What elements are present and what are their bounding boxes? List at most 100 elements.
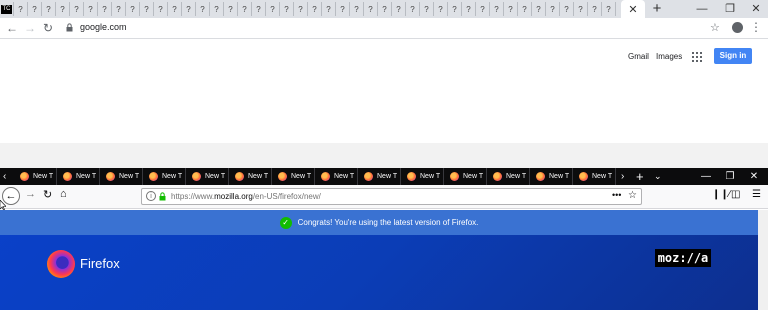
firefox-tab[interactable]: New T <box>358 168 401 185</box>
library-icon[interactable]: ❙❙⁄ <box>712 189 730 200</box>
chrome-tab[interactable]: ? <box>574 2 588 16</box>
firefox-tab[interactable]: New T <box>229 168 272 185</box>
page-actions-icon[interactable]: ••• <box>612 190 621 200</box>
tab-list-chevron-icon[interactable]: ⌄ <box>654 168 662 185</box>
chrome-tab[interactable]: ? <box>84 2 98 16</box>
chrome-tab[interactable]: ? <box>42 2 56 16</box>
minimize-button[interactable]: — <box>690 0 714 18</box>
chrome-tab[interactable]: ? <box>518 2 532 16</box>
chrome-tab[interactable]: ? <box>420 2 434 16</box>
chrome-tab[interactable]: ? <box>434 2 448 16</box>
firefox-tab[interactable]: New T <box>315 168 358 185</box>
firefox-tab[interactable]: New T <box>530 168 573 185</box>
chrome-tab[interactable]: ? <box>14 2 28 16</box>
firefox-tab-favicon-icon <box>106 172 115 181</box>
firefox-close-button[interactable]: ✕ <box>742 168 766 185</box>
kebab-menu-icon[interactable]: ⋮ <box>750 20 762 34</box>
tab-scroll-left-icon[interactable]: ‹ <box>3 168 6 185</box>
chrome-tab[interactable]: ? <box>602 2 616 16</box>
mozilla-logo[interactable]: moz://a <box>655 249 711 267</box>
chrome-tab[interactable]: ? <box>56 2 70 16</box>
chrome-active-tab[interactable]: ✕ <box>621 0 645 18</box>
images-link[interactable]: Images <box>656 52 682 61</box>
chrome-tab[interactable]: ? <box>252 2 266 16</box>
chrome-tab[interactable]: ? <box>154 2 168 16</box>
profile-avatar-icon[interactable] <box>732 22 743 33</box>
chrome-tab[interactable]: ? <box>98 2 112 16</box>
forward-arrow-icon[interactable]: → <box>25 188 36 200</box>
home-icon[interactable]: ⌂ <box>60 188 67 200</box>
firefox-tab[interactable]: New T <box>272 168 315 185</box>
chrome-tab[interactable]: ? <box>476 2 490 16</box>
firefox-tab[interactable]: New T <box>444 168 487 185</box>
tab-favicon-icon: TC <box>1 4 12 14</box>
firefox-url-bar[interactable]: i https://www.mozilla.org/en-US/firefox/… <box>141 188 642 205</box>
chrome-tab[interactable]: ? <box>266 2 280 16</box>
reload-icon[interactable]: ↻ <box>40 20 56 36</box>
tab-scroll-right-icon[interactable]: › <box>621 168 624 185</box>
back-arrow-icon[interactable]: ← <box>4 20 20 36</box>
sidebar-icon[interactable]: ◫ <box>731 189 740 200</box>
firefox-new-tab-button[interactable]: + <box>636 168 644 185</box>
chrome-tab[interactable]: ? <box>294 2 308 16</box>
chrome-tab[interactable]: ? <box>112 2 126 16</box>
chrome-tab[interactable]: ? <box>280 2 294 16</box>
chrome-tab[interactable]: ? <box>588 2 602 16</box>
chrome-tab[interactable]: ? <box>532 2 546 16</box>
chrome-tab[interactable]: ? <box>378 2 392 16</box>
bookmark-star-icon[interactable]: ☆ <box>710 21 720 34</box>
gmail-link[interactable]: Gmail <box>628 52 649 61</box>
chrome-new-tab-button[interactable]: + <box>650 1 664 17</box>
close-window-button[interactable]: ✕ <box>744 0 768 18</box>
chrome-tab[interactable]: ? <box>392 2 406 16</box>
firefox-tab[interactable]: New T <box>14 168 57 185</box>
firefox-tab-favicon-icon <box>321 172 330 181</box>
chrome-tab[interactable]: ? <box>238 2 252 16</box>
chrome-tab[interactable]: ? <box>462 2 476 16</box>
firefox-tab[interactable]: New T <box>143 168 186 185</box>
firefox-minimize-button[interactable]: — <box>694 168 718 185</box>
bookmark-star-icon[interactable]: ☆ <box>628 190 637 201</box>
chrome-tab[interactable]: ? <box>224 2 238 16</box>
chrome-tab[interactable]: ? <box>126 2 140 16</box>
chrome-tab[interactable]: ? <box>168 2 182 16</box>
chrome-tab[interactable]: ? <box>322 2 336 16</box>
chrome-tab[interactable]: ? <box>210 2 224 16</box>
tab-close-icon[interactable]: ✕ <box>628 3 637 16</box>
firefox-tab[interactable]: New T <box>573 168 616 185</box>
chrome-tab[interactable]: ? <box>196 2 210 16</box>
chrome-tab[interactable]: TC <box>0 2 14 16</box>
chrome-tab[interactable]: ? <box>490 2 504 16</box>
omnibox[interactable]: google.com <box>60 19 732 38</box>
chrome-tab[interactable]: ? <box>364 2 378 16</box>
chrome-tab[interactable]: ? <box>546 2 560 16</box>
chrome-tab[interactable]: ? <box>140 2 154 16</box>
chrome-tab[interactable]: ? <box>308 2 322 16</box>
firefox-maximize-button[interactable]: ❐ <box>718 168 742 185</box>
scrollbar[interactable] <box>758 210 768 310</box>
reload-icon[interactable]: ↻ <box>43 188 52 201</box>
chrome-tab[interactable]: ? <box>504 2 518 16</box>
firefox-tab[interactable]: New T <box>186 168 229 185</box>
firefox-tab[interactable]: New T <box>57 168 100 185</box>
chrome-tab[interactable]: ? <box>406 2 420 16</box>
chrome-tab[interactable]: ? <box>560 2 574 16</box>
info-icon[interactable]: i <box>146 191 156 201</box>
apps-grid-icon[interactable] <box>692 52 702 62</box>
chrome-tab[interactable]: ? <box>70 2 84 16</box>
sign-in-button[interactable]: Sign in <box>714 48 752 64</box>
firefox-tab[interactable]: New T <box>401 168 444 185</box>
tab-favicon-icon: ? <box>592 4 597 14</box>
firefox-tab[interactable]: New T <box>487 168 530 185</box>
chrome-tab[interactable]: ? <box>448 2 462 16</box>
chrome-tab[interactable]: ? <box>28 2 42 16</box>
chrome-tab[interactable]: ? <box>350 2 364 16</box>
hamburger-menu-icon[interactable]: ☰ <box>752 189 761 200</box>
url-text[interactable]: google.com <box>80 22 127 32</box>
forward-arrow-icon[interactable]: → <box>22 20 38 36</box>
firefox-tab[interactable]: New T <box>100 168 143 185</box>
firefox-url-text[interactable]: https://www.mozilla.org/en-US/firefox/ne… <box>171 192 321 201</box>
maximize-button[interactable]: ❐ <box>718 0 742 18</box>
chrome-tab[interactable]: ? <box>182 2 196 16</box>
chrome-tab[interactable]: ? <box>336 2 350 16</box>
